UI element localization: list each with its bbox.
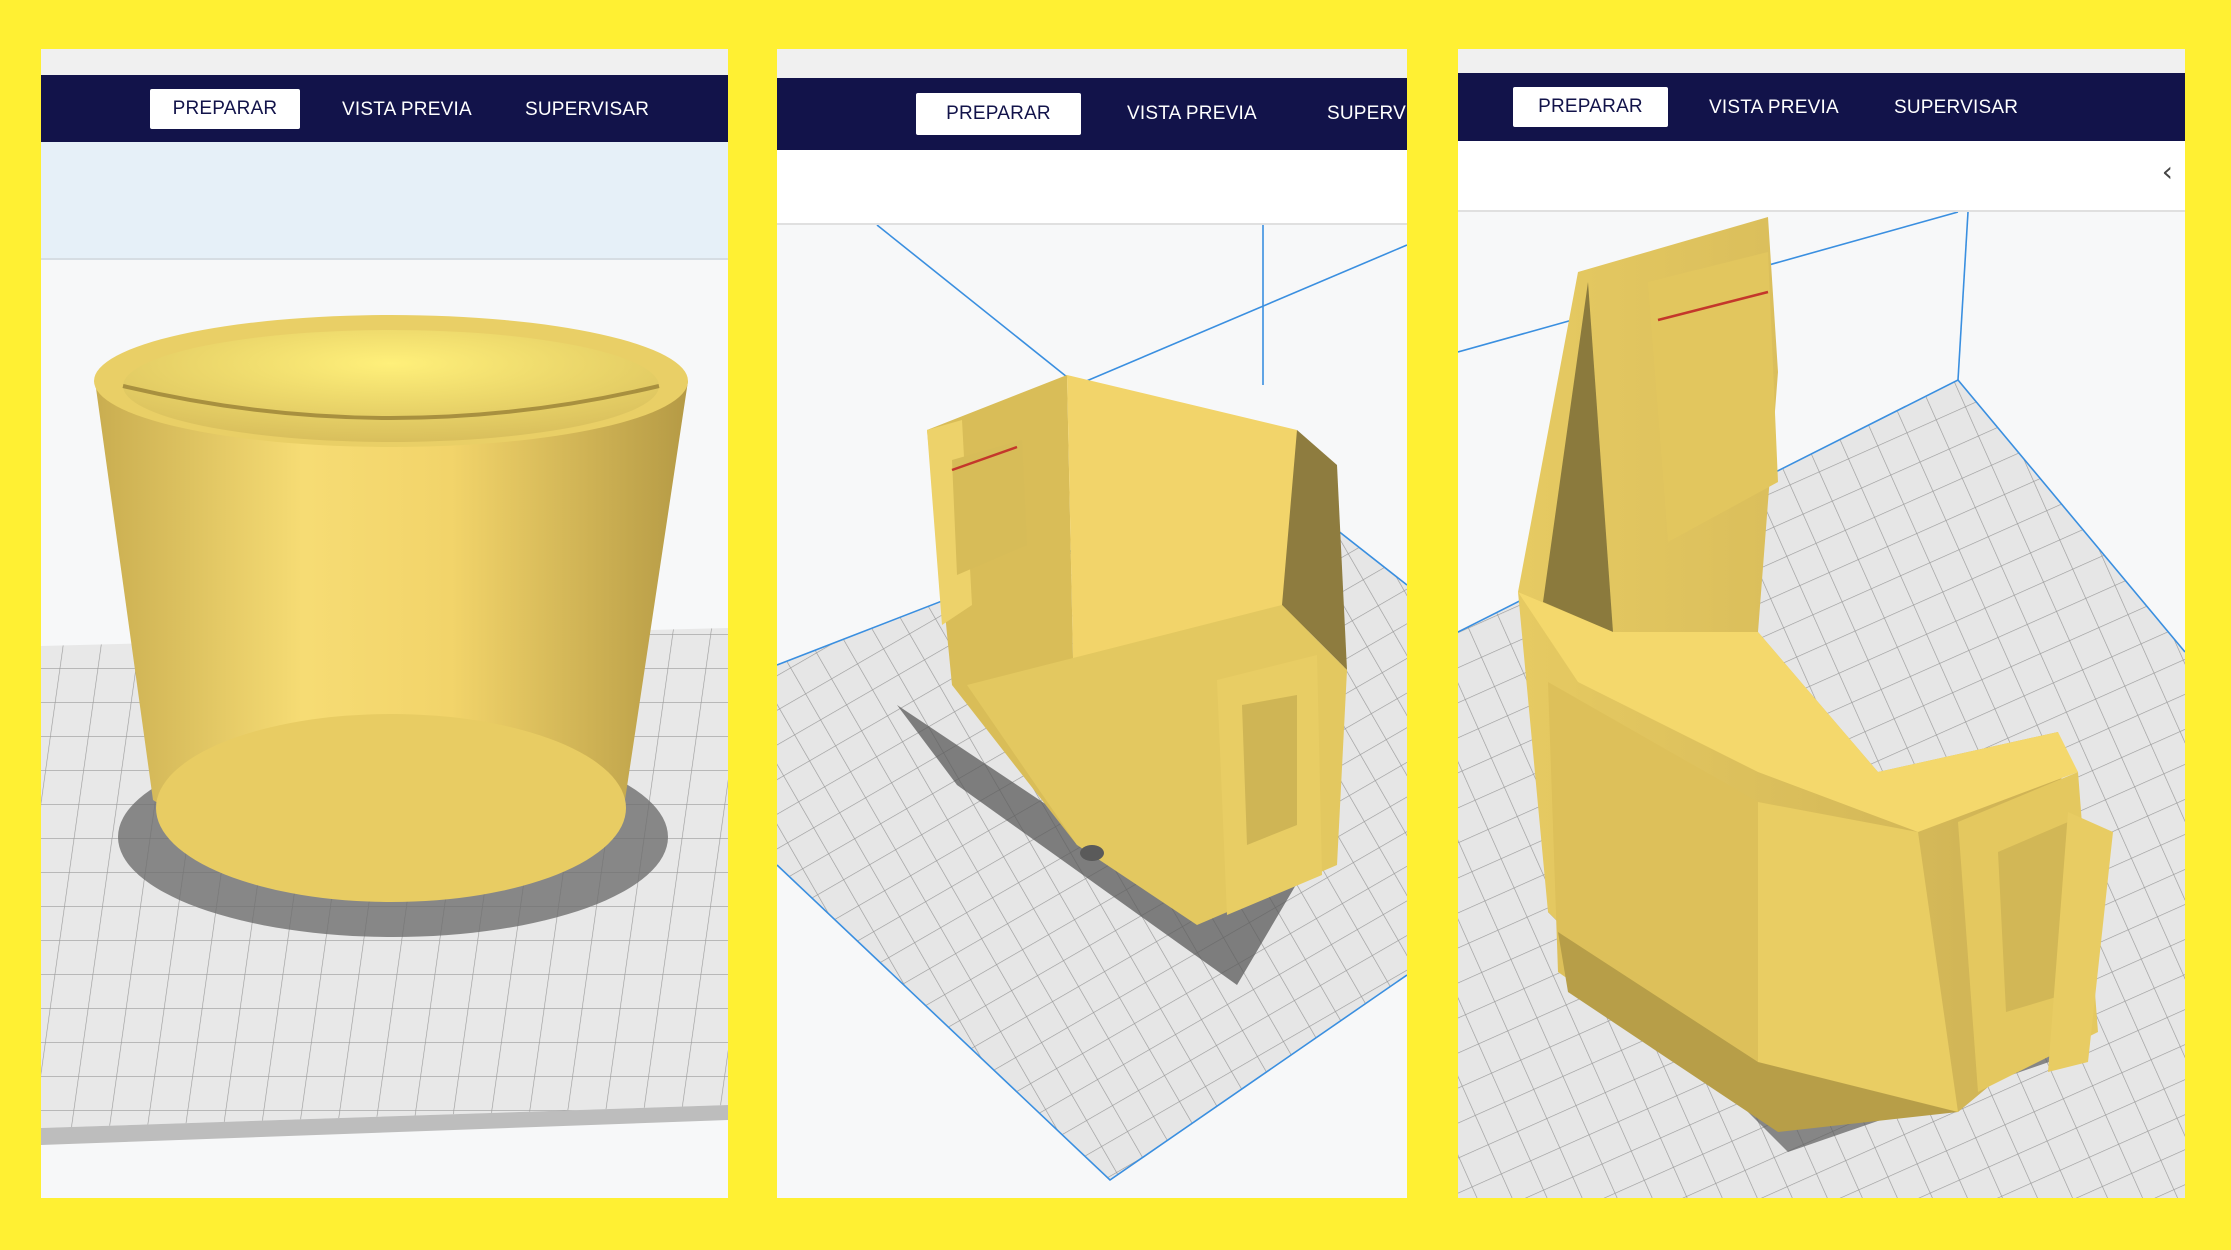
scene-right — [1458, 212, 2185, 1198]
window-top-strip — [777, 49, 1407, 78]
tab-prepare[interactable]: PREPARAR — [1513, 87, 1668, 127]
3d-viewport[interactable] — [41, 260, 728, 1198]
stage-menu-bar: PREPARAR VISTA PREVIA SUPERVISAR — [1458, 73, 2185, 141]
scene-middle — [777, 225, 1407, 1182]
toolbar-strip: ‹ — [1458, 141, 2185, 212]
tab-monitor[interactable]: SUPERVISAR — [1327, 103, 1407, 125]
3d-viewport[interactable] — [1458, 212, 2185, 1198]
scene-left — [41, 315, 728, 1145]
stage-menu-bar: PREPARAR VISTA PREVIA SUPERVISAR — [777, 78, 1407, 150]
toolbar-strip — [41, 142, 728, 260]
tab-preview[interactable]: VISTA PREVIA — [1127, 103, 1257, 125]
slicer-window-left: PREPARAR VISTA PREVIA SUPERVISAR — [41, 49, 728, 1198]
window-top-strip — [1458, 49, 2185, 73]
toolbar-strip — [777, 150, 1407, 225]
slicer-window-middle: PREPARAR VISTA PREVIA SUPERVISAR — [777, 49, 1407, 1198]
tab-monitor[interactable]: SUPERVISAR — [525, 99, 649, 121]
3d-viewport[interactable] — [777, 225, 1407, 1198]
tab-preview[interactable]: VISTA PREVIA — [342, 99, 472, 121]
collapse-panel-icon[interactable]: ‹ — [2162, 155, 2173, 188]
window-top-strip — [41, 49, 728, 75]
tab-prepare[interactable]: PREPARAR — [150, 89, 300, 129]
tab-prepare[interactable]: PREPARAR — [916, 93, 1081, 135]
tab-preview[interactable]: VISTA PREVIA — [1709, 97, 1839, 119]
slicer-window-right: PREPARAR VISTA PREVIA SUPERVISAR ‹ — [1458, 49, 2185, 1198]
tab-monitor[interactable]: SUPERVISAR — [1894, 97, 2018, 119]
